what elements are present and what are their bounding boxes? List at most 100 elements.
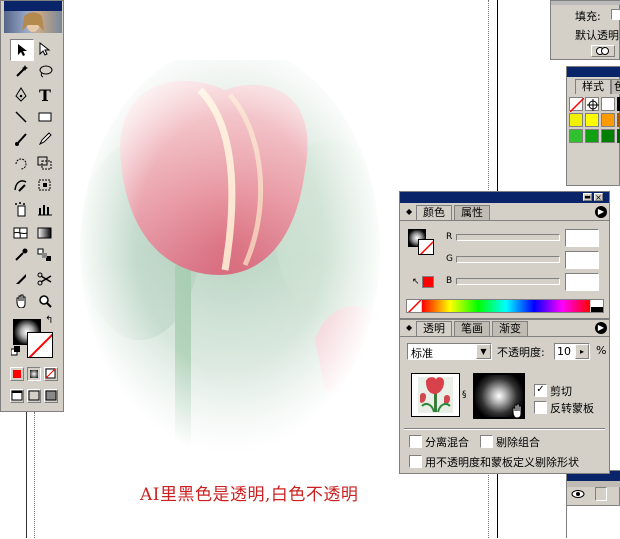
invert-mask-checkbox[interactable] [534,401,547,414]
toolbox-title-strip[interactable] [4,1,62,11]
slice-tool[interactable] [10,269,32,289]
type-tool[interactable]: T [34,85,56,105]
screen-mode-standard-button[interactable] [10,389,24,403]
b-channel-slider[interactable] [456,278,560,285]
symbol-sprayer-tool[interactable] [10,199,32,219]
color-panel-titlebar[interactable]: ▬ × [400,192,609,203]
tab-transparency[interactable]: 透明 [416,321,452,336]
layer-visibility-eye[interactable] [571,487,585,501]
page-tile-guide-left [34,412,35,538]
style-swatch-white[interactable] [601,97,615,111]
blend-tool[interactable] [34,245,56,265]
gradient-mode-button[interactable] [27,367,41,381]
full-screen-icon [45,390,57,401]
tab-gradient[interactable]: 渐变 [492,321,528,336]
blend-mode-value: 标准 [411,347,433,360]
selection-tool[interactable] [10,39,34,61]
isolate-blending-checkbox[interactable] [409,435,422,448]
blend-mode-dropdown-button[interactable]: ▼ [476,344,491,359]
pencil-tool[interactable] [34,129,56,149]
stroke-swatch[interactable] [27,332,53,358]
out-of-gamut-warning-icon[interactable]: ↖ [412,277,420,287]
b-channel-input[interactable] [565,273,599,291]
direct-select-tool[interactable] [34,39,56,59]
styles-panel-titlebar[interactable] [567,67,620,77]
spectrum-none-swatch[interactable] [407,300,422,312]
style-swatch-green-1[interactable] [569,129,583,143]
style-swatch-orange[interactable] [601,113,615,127]
mask-link-icon[interactable]: § [462,390,467,400]
r-channel-input[interactable] [565,229,599,247]
style-swatch-none[interactable] [569,97,585,113]
magic-wand-tool[interactable] [10,61,32,81]
g-channel-slider[interactable] [456,256,560,263]
tab-stroke[interactable]: 笔画 [454,321,490,336]
tab-attributes[interactable]: 属性 [454,205,490,220]
style-swatch-yellow-1[interactable] [569,113,583,127]
gradient-tool[interactable] [34,223,56,243]
hand-tool[interactable] [10,291,32,311]
none-mode-button[interactable] [44,367,58,381]
color-panel-minimize-button[interactable]: ▬ [583,193,592,201]
style-swatch-yellow-2[interactable] [585,113,599,127]
line-tool[interactable] [10,107,32,127]
layer-lock-toggle[interactable] [595,487,607,501]
opacity-label: 不透明度: [497,346,545,359]
styles-tab-row: 样式 色 [567,79,620,95]
knockout-group-checkbox[interactable] [480,435,493,448]
style-swatch-green-2[interactable] [585,129,599,143]
mesh-tool[interactable] [10,223,32,243]
lasso-tool[interactable] [34,61,56,81]
paintbrush-tool[interactable] [10,129,32,149]
rectangle-tool[interactable] [34,107,56,127]
layer-row[interactable] [567,505,620,539]
color-stroke-proxy[interactable] [418,239,434,255]
screen-mode-menu-button[interactable] [27,389,41,403]
transparency-panel: ◆ 透明 笔画 渐变 ▶ 标准 ▼ 不透明度: 10 ▸ % § ✓ 剪切 反转… [399,319,610,474]
color-panel-tab-arrows[interactable]: ◆ [406,207,412,216]
opacity-input[interactable]: 10 ▸ [554,343,590,360]
tab-swatches[interactable]: 色 [611,79,620,94]
default-colors-icon[interactable] [10,346,21,356]
transparency-tab-arrows[interactable]: ◆ [406,323,412,332]
zoom-tool[interactable] [34,291,56,311]
scissors-tool[interactable] [34,269,56,289]
tab-styles[interactable]: 样式 [575,79,611,94]
r-channel-slider[interactable] [456,234,560,241]
warp-tool[interactable] [10,175,32,195]
style-swatch-green-3[interactable] [601,129,615,143]
spectrum-black-white[interactable] [591,300,603,312]
isolate-blending-label: 分离混合 [425,436,469,449]
g-channel-input[interactable] [565,251,599,269]
color-panel-menu-button[interactable]: ▶ [595,206,607,218]
screen-mode-full-button[interactable] [44,389,58,403]
spectrum-gradient[interactable] [422,300,590,312]
graph-tool[interactable] [34,199,56,219]
zoom-icon [39,295,52,308]
appearance-options-button[interactable] [591,45,615,57]
color-spectrum-bar[interactable] [406,299,604,313]
eyedropper-tool[interactable] [10,245,32,265]
out-of-gamut-swatch[interactable] [422,276,434,288]
graph-icon [38,205,52,216]
toolbox-header-image[interactable] [4,11,62,33]
pen-tool[interactable] [10,85,32,105]
opacity-slider-button[interactable]: ▸ [575,344,589,359]
swap-fill-stroke-icon[interactable]: ↰ [45,315,53,326]
registration-icon [587,99,599,111]
opacity-mask-knockout-checkbox[interactable] [409,455,422,468]
fill-indicator[interactable] [611,9,620,20]
free-transform-tool[interactable] [34,175,56,195]
blend-mode-select[interactable]: 标准 ▼ [407,343,492,360]
style-swatch-registration[interactable] [585,97,599,111]
artwork-thumbnail[interactable] [411,373,460,417]
masked-tulip-artwork[interactable] [80,60,380,460]
clip-checkbox[interactable]: ✓ [534,384,547,397]
transparency-panel-menu-button[interactable]: ▶ [595,322,607,334]
color-mode-button[interactable] [10,367,24,381]
scale-tool[interactable] [34,153,56,173]
tab-color[interactable]: 颜色 [416,205,452,220]
color-panel-close-button[interactable]: × [594,193,603,202]
rotate-tool[interactable] [10,153,32,173]
opacity-mask-thumbnail[interactable] [473,373,525,419]
